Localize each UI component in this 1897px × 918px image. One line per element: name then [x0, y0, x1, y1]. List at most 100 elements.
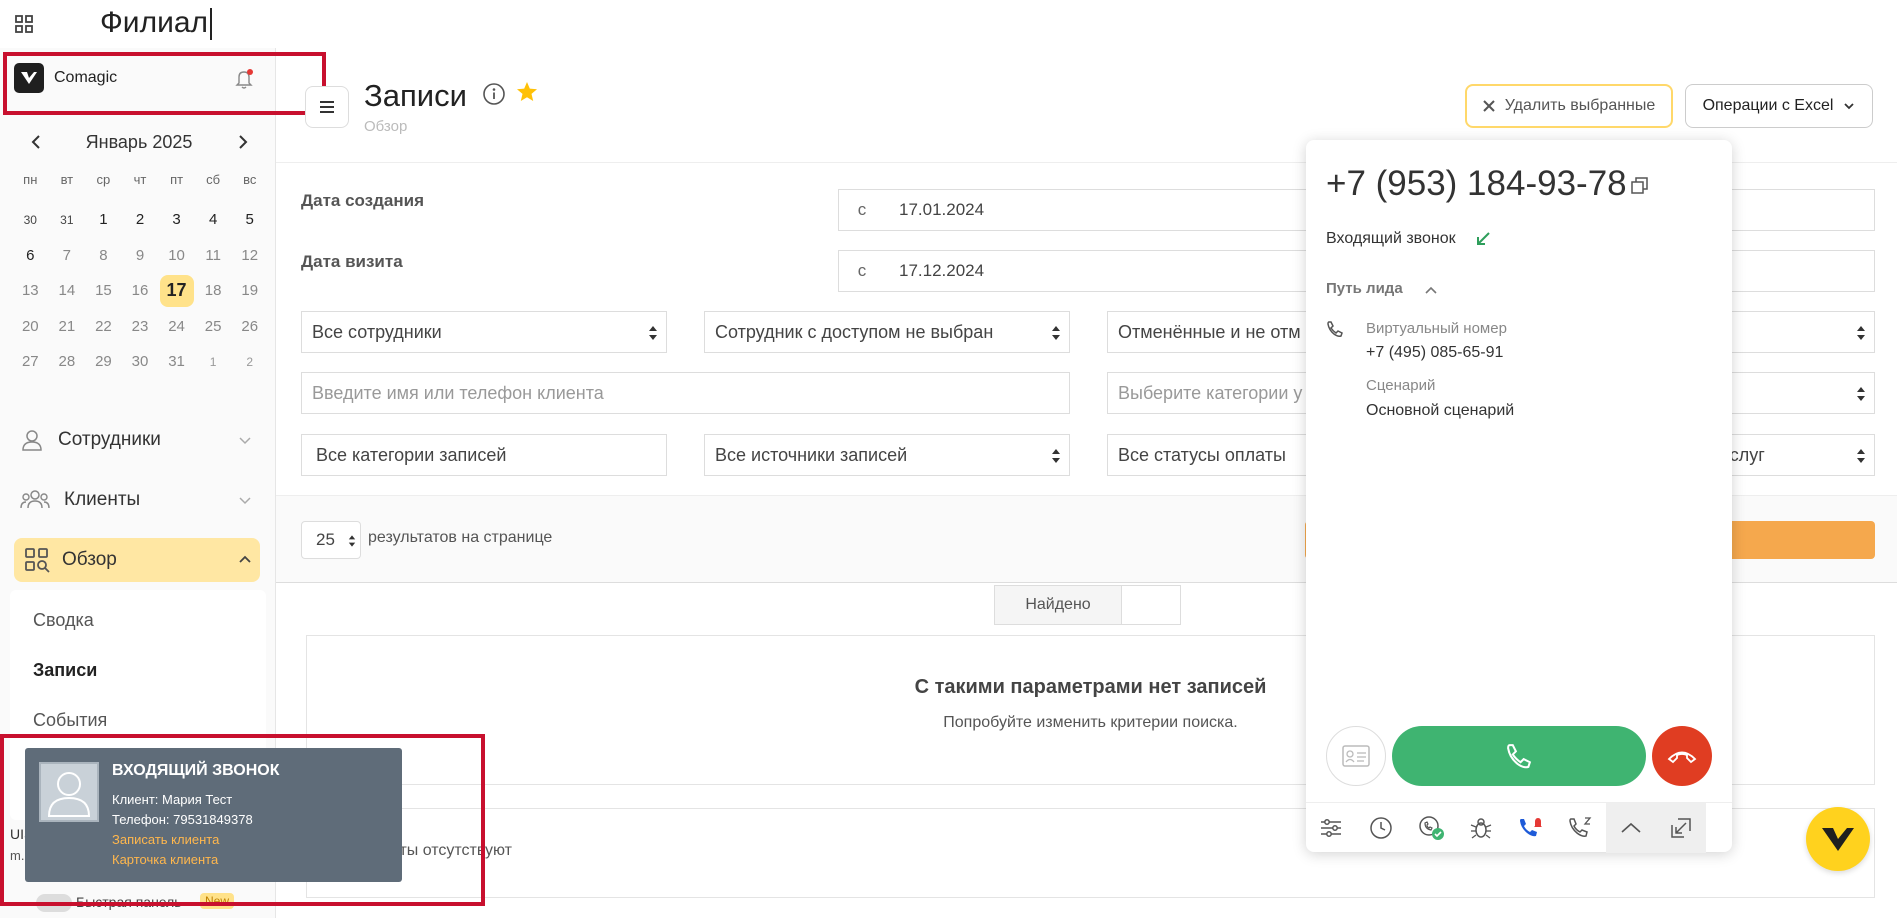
date-from-prefix: с: [838, 189, 886, 231]
calendar-day[interactable]: 16: [122, 273, 159, 309]
calendar-day[interactable]: 5: [231, 202, 268, 238]
calendar-day[interactable]: 3: [158, 202, 195, 238]
calendar-day[interactable]: 15: [85, 273, 122, 309]
calendar-day[interactable]: 30: [122, 344, 159, 380]
weekday-label: пн: [23, 172, 38, 187]
access-employee-select[interactable]: Сотрудник с доступом не выбран: [704, 311, 1070, 353]
calendar-grid: 30 31 1 2 3 4 5 6 7 8 9 10 11 12 13 14 1…: [12, 202, 268, 380]
record-categories-select[interactable]: Все категории записей: [301, 434, 667, 476]
sidebar-subitem-events[interactable]: События: [33, 710, 107, 731]
contact-card-button[interactable]: [1326, 726, 1386, 786]
sidebar-subitem-records[interactable]: Записи: [33, 660, 97, 681]
delete-selected-button[interactable]: Удалить выбранные: [1465, 84, 1673, 128]
excel-operations-button[interactable]: Операции с Excel: [1685, 84, 1873, 128]
sort-arrows-icon: [1052, 449, 1060, 463]
global-search-input[interactable]: Филиал: [100, 6, 213, 41]
weekday-label: вт: [60, 172, 74, 187]
calendar-weekdays: пн вт ср чт пт сб вс: [12, 172, 268, 187]
calendar-day[interactable]: 1: [195, 344, 232, 380]
calendar-day[interactable]: 12: [231, 238, 268, 274]
assistant-fab-button[interactable]: [1806, 807, 1870, 871]
select-value: Все сотрудники: [312, 321, 442, 342]
calendar-day[interactable]: 31: [49, 202, 86, 238]
sort-arrows-icon: [1857, 326, 1865, 340]
highlight-frame-brand: [3, 52, 326, 115]
sidebar-item-clients[interactable]: Клиенты: [20, 480, 260, 520]
calendar-day[interactable]: 13: [12, 273, 49, 309]
calendar-day[interactable]: 11: [195, 238, 232, 274]
select-value: Сотрудник с доступом не выбран: [715, 321, 994, 342]
calendar-day[interactable]: 6: [12, 238, 49, 274]
weekday-label: сб: [206, 172, 221, 187]
calendar-day[interactable]: 19: [231, 273, 268, 309]
weekday-label: пт: [170, 172, 184, 187]
answer-call-button[interactable]: [1392, 726, 1646, 786]
calendar-day[interactable]: 26: [231, 309, 268, 345]
minimize-window-icon[interactable]: [1656, 802, 1706, 853]
breadcrumb[interactable]: Обзор: [364, 118, 407, 135]
calendar-day[interactable]: 21: [49, 309, 86, 345]
callback-sleep-icon[interactable]: [1556, 803, 1606, 853]
phone-alert-icon[interactable]: [1506, 803, 1556, 853]
calendar-day[interactable]: 8: [85, 238, 122, 274]
employees-select[interactable]: Все сотрудники: [301, 311, 667, 353]
weekday-label: ср: [96, 172, 111, 187]
users-icon: [20, 490, 50, 509]
calendar-day[interactable]: 22: [85, 309, 122, 345]
calendar-day[interactable]: 28: [49, 344, 86, 380]
calendar-day[interactable]: 2: [122, 202, 159, 238]
calendar-day[interactable]: 23: [122, 309, 159, 345]
sidebar-item-overview[interactable]: Обзор: [14, 538, 260, 582]
calendar-day[interactable]: 9: [122, 238, 159, 274]
calendar-day[interactable]: 31: [158, 344, 195, 380]
operator-status-icon[interactable]: [1406, 803, 1456, 853]
per-page-label: результатов на странице: [368, 529, 553, 546]
per-page-select[interactable]: 25: [301, 521, 361, 559]
info-icon[interactable]: [482, 82, 506, 106]
top-bar: [0, 0, 1897, 48]
settings-sliders-icon[interactable]: [1306, 803, 1356, 853]
lead-path-toggle[interactable]: Путь лида: [1326, 280, 1403, 297]
input-placeholder: Введите имя или телефон клиента: [312, 382, 604, 403]
select-value: Все статусы оплаты: [1118, 444, 1286, 465]
calendar-day[interactable]: 4: [195, 202, 232, 238]
calendar-day[interactable]: 10: [158, 238, 195, 274]
hangup-call-button[interactable]: [1652, 726, 1712, 786]
sidebar-subitem-summary[interactable]: Сводка: [33, 610, 94, 631]
calendar-day[interactable]: 27: [12, 344, 49, 380]
text-caret: [210, 8, 213, 41]
chevron-up-icon[interactable]: [1424, 284, 1438, 296]
excel-operations-label: Операции с Excel: [1702, 97, 1834, 114]
favorite-star-icon[interactable]: [515, 80, 539, 104]
collapse-up-icon[interactable]: [1606, 802, 1656, 853]
call-type-label: Входящий звонок: [1326, 230, 1456, 247]
calendar-day[interactable]: 2: [231, 344, 268, 380]
calendar-next-icon[interactable]: [235, 133, 251, 151]
visit-date-label: Дата визита: [301, 252, 403, 271]
calendar-day[interactable]: 18: [195, 273, 232, 309]
menu-toggle-button[interactable]: [305, 86, 349, 128]
client-search-input[interactable]: Введите имя или телефон клиента: [301, 372, 1070, 414]
sort-arrows-icon: [649, 326, 657, 340]
record-sources-select[interactable]: Все источники записей: [704, 434, 1070, 476]
calendar-day[interactable]: 24: [158, 309, 195, 345]
page-title: Записи: [364, 78, 467, 113]
user-icon: [22, 430, 42, 451]
select-placeholder: Выберите категории у: [1118, 382, 1303, 403]
payment-status-select[interactable]: Все статусы оплаты: [1107, 434, 1307, 476]
copy-icon[interactable]: [1630, 176, 1650, 196]
sidebar-item-employees[interactable]: Сотрудники: [20, 420, 260, 460]
sort-arrows-icon: [1052, 326, 1060, 340]
calendar-day[interactable]: 1: [85, 202, 122, 238]
calendar-day[interactable]: 20: [12, 309, 49, 345]
history-clock-icon[interactable]: [1356, 803, 1406, 853]
calendar-day[interactable]: 7: [49, 238, 86, 274]
calendar-day[interactable]: 30: [12, 202, 49, 238]
calendar-day[interactable]: 25: [195, 309, 232, 345]
calendar-day[interactable]: 14: [49, 273, 86, 309]
bug-report-icon[interactable]: [1456, 803, 1506, 853]
calendar-day-selected[interactable]: 17: [158, 273, 195, 309]
apps-grid-icon[interactable]: [14, 14, 34, 34]
calendar-day[interactable]: 29: [85, 344, 122, 380]
calendar-prev-icon[interactable]: [28, 133, 44, 151]
